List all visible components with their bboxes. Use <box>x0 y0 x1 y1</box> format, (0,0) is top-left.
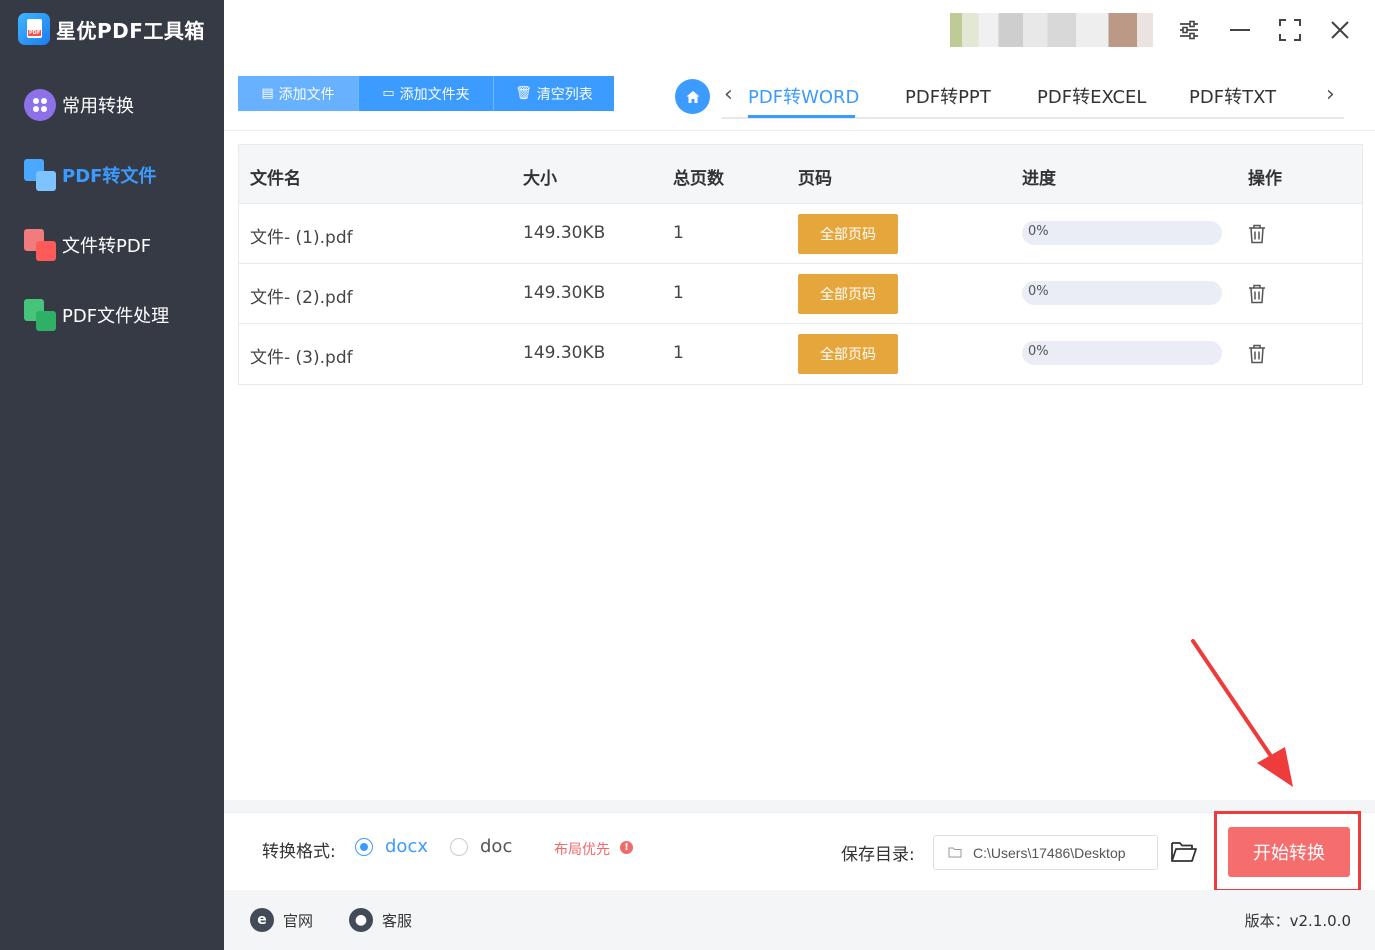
column-header-progress: 进度 <box>1022 169 1056 189</box>
chat-icon: ● <box>349 908 373 932</box>
column-header-pages: 总页数 <box>673 169 724 189</box>
browser-icon: e <box>250 908 274 932</box>
pdf-process-icon <box>24 299 56 331</box>
start-convert-button[interactable]: 开始转换 <box>1228 827 1350 877</box>
file-size: 149.30KB <box>523 223 606 243</box>
folder-open-icon[interactable] <box>1170 839 1198 865</box>
file-name: 文件- (2).pdf <box>250 288 353 308</box>
chevron-left-icon[interactable]: ‹ <box>724 82 733 107</box>
file-table: 文件名 大小 总页数 页码 进度 操作 文件- (1).pdf 149.30KB… <box>238 144 1363 385</box>
column-header-page-range: 页码 <box>798 169 832 189</box>
file-pages: 1 <box>673 343 684 363</box>
info-icon[interactable]: ! <box>620 841 633 854</box>
version-text: 版本：v2.1.0.0 <box>1244 912 1351 930</box>
file-name: 文件- (1).pdf <box>250 228 353 248</box>
table-row: 文件- (2).pdf 149.30KB 1 全部页码 0% <box>239 264 1362 324</box>
file-to-pdf-icon <box>24 229 56 261</box>
maximize-icon[interactable] <box>1276 16 1304 44</box>
conversion-tabs: ‹ PDF转WORD PDF转PPT PDF转EXCEL PDF转TXT › <box>722 78 1344 119</box>
footer: e 官网 ● 客服 版本：v2.1.0.0 <box>224 890 1375 950</box>
tab-pdf-to-txt[interactable]: PDF转TXT <box>1189 83 1276 109</box>
progress-text: 0% <box>1028 344 1049 359</box>
website-link[interactable]: e 官网 <box>250 908 313 932</box>
delete-icon[interactable] <box>1248 224 1266 244</box>
home-button[interactable] <box>675 79 710 114</box>
clear-list-button[interactable]: 🗑 清空列表 <box>494 76 614 111</box>
home-icon <box>686 90 699 103</box>
save-dir-input[interactable]: C:\Users\17486\Desktop <box>933 835 1158 870</box>
file-size: 149.30KB <box>523 343 606 363</box>
tab-pdf-to-ppt[interactable]: PDF转PPT <box>905 83 991 109</box>
format-label: 转换格式: <box>262 842 336 862</box>
all-pages-button[interactable]: 全部页码 <box>798 334 898 374</box>
delete-icon[interactable] <box>1248 284 1266 304</box>
file-toolbar: ▤ 添加文件 ▭ 添加文件夹 🗑 清空列表 <box>238 76 614 111</box>
sidebar: 星优PDF工具箱 常用转换 PDF转文件 文件转PDF PDF <box>0 0 224 950</box>
file-icon: ▤ <box>261 86 274 101</box>
add-folder-button[interactable]: ▭ 添加文件夹 <box>359 76 494 111</box>
sidebar-item-label: PDF转文件 <box>62 166 157 187</box>
sidebar-item-label: 文件转PDF <box>62 236 152 257</box>
column-header-actions: 操作 <box>1248 169 1282 189</box>
close-icon[interactable] <box>1326 16 1354 44</box>
sidebar-nav: 常用转换 PDF转文件 文件转PDF PDF文件处理 <box>0 70 224 350</box>
tab-pdf-to-word[interactable]: PDF转WORD <box>748 83 859 109</box>
progress-text: 0% <box>1028 224 1049 239</box>
all-pages-button[interactable]: 全部页码 <box>798 214 898 254</box>
add-file-button[interactable]: ▤ 添加文件 <box>238 76 359 111</box>
progress-bar: 0% <box>1022 281 1222 305</box>
save-dir-label: 保存目录: <box>841 845 915 865</box>
progress-text: 0% <box>1028 284 1049 299</box>
table-row: 文件- (3).pdf 149.30KB 1 全部页码 0% <box>239 324 1362 384</box>
sidebar-item-common[interactable]: 常用转换 <box>0 70 224 140</box>
annotation-arrow-icon <box>1191 639 1293 787</box>
user-avatar-blurred[interactable] <box>950 13 1153 47</box>
table-header: 文件名 大小 总页数 页码 进度 操作 <box>239 145 1362 204</box>
sidebar-item-file-to-pdf[interactable]: 文件转PDF <box>0 210 224 280</box>
app-title: 星优PDF工具箱 <box>56 18 205 43</box>
file-pages: 1 <box>673 223 684 243</box>
settings-sliders-icon[interactable] <box>1175 16 1203 44</box>
file-size: 149.30KB <box>523 283 606 303</box>
sidebar-item-pdf-to-file[interactable]: PDF转文件 <box>0 140 224 210</box>
folder-icon <box>948 847 962 858</box>
conversion-options: 转换格式: docx doc 布局优先 ! 保存目录: C:\Users\174… <box>224 811 1375 892</box>
minimize-icon[interactable] <box>1226 16 1254 44</box>
radio-doc[interactable] <box>450 838 468 856</box>
file-name: 文件- (3).pdf <box>250 348 353 368</box>
layout-first-note: 布局优先 <box>554 842 610 858</box>
pdf-to-file-icon <box>24 159 56 191</box>
folder-icon: ▭ <box>382 86 395 101</box>
chevron-right-icon[interactable]: › <box>1326 82 1335 107</box>
content-area-bottom <box>224 800 1375 812</box>
active-tab-underline <box>748 115 855 118</box>
radio-doc-label[interactable]: doc <box>480 836 512 857</box>
header-divider <box>224 130 1375 131</box>
sidebar-item-pdf-process[interactable]: PDF文件处理 <box>0 280 224 350</box>
tab-pdf-to-excel[interactable]: PDF转EXCEL <box>1037 83 1146 109</box>
table-row: 文件- (1).pdf 149.30KB 1 全部页码 0% <box>239 204 1362 264</box>
file-pages: 1 <box>673 283 684 303</box>
app-logo-icon <box>18 13 50 45</box>
delete-icon[interactable] <box>1248 344 1266 364</box>
save-dir-value: C:\Users\17486\Desktop <box>973 845 1126 861</box>
support-link[interactable]: ● 客服 <box>349 908 412 932</box>
sidebar-item-label: 常用转换 <box>62 96 134 117</box>
column-header-filename: 文件名 <box>250 169 301 189</box>
apps-icon <box>24 89 56 121</box>
sidebar-item-label: PDF文件处理 <box>62 306 170 327</box>
app-header: 星优PDF工具箱 <box>18 13 205 45</box>
progress-bar: 0% <box>1022 221 1222 245</box>
radio-docx-label[interactable]: docx <box>385 836 428 857</box>
progress-bar: 0% <box>1022 341 1222 365</box>
radio-docx[interactable] <box>355 838 373 856</box>
all-pages-button[interactable]: 全部页码 <box>798 274 898 314</box>
trash-icon: 🗑 <box>515 86 532 101</box>
column-header-size: 大小 <box>523 169 557 189</box>
